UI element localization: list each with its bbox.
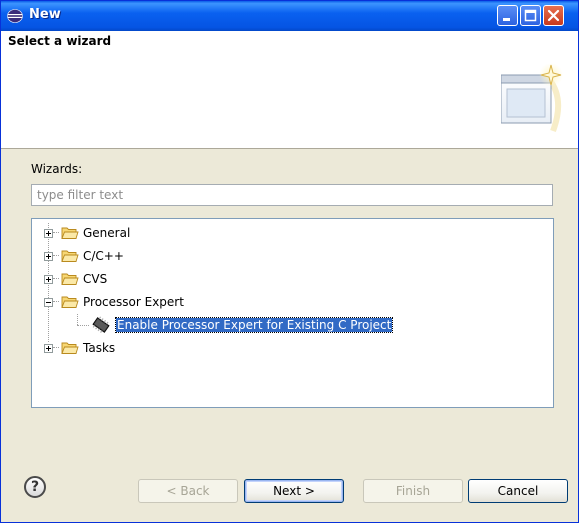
window-title: New: [29, 7, 61, 22]
tree-connector: [77, 314, 78, 325]
folder-icon: [61, 250, 79, 262]
tree-item-enable-processor-expert[interactable]: Enable Processor Expert for Existing C P…: [90, 316, 394, 334]
tree-item-general[interactable]: General: [44, 224, 130, 242]
maximize-button[interactable]: [520, 5, 541, 26]
folder-icon: [61, 342, 79, 354]
help-button[interactable]: ?: [24, 476, 46, 498]
close-icon: [547, 9, 560, 22]
expand-icon[interactable]: [44, 343, 53, 353]
tree-item-label: Tasks: [83, 341, 116, 355]
minimize-icon: [503, 18, 510, 21]
minimize-button[interactable]: [497, 5, 518, 26]
tree-item-processor-expert[interactable]: Processor Expert: [44, 293, 184, 311]
tree-item-label: CVS: [83, 272, 108, 286]
collapse-icon[interactable]: [44, 297, 53, 307]
title-bar[interactable]: New: [1, 1, 578, 31]
maximize-icon: [524, 9, 537, 22]
open-folder-icon: [61, 296, 79, 308]
tree-connector: [53, 347, 59, 349]
tree-item-cpp[interactable]: C/C++: [44, 247, 124, 265]
chip-icon: [92, 316, 110, 333]
back-button[interactable]: < Back: [138, 479, 238, 503]
eclipse-icon: [7, 9, 23, 23]
wizard-filter-input[interactable]: [31, 184, 553, 206]
expand-icon[interactable]: [44, 251, 53, 261]
tree-item-label: Enable Processor Expert for Existing C P…: [114, 317, 394, 333]
new-wizard-dialog: New Select a wizard Wizards: type filter…: [0, 0, 579, 523]
wizard-tree[interactable]: General C/C++ CVS Processor Expert Enabl…: [31, 218, 554, 408]
tree-connector: [53, 255, 59, 257]
tree-item-cvs[interactable]: CVS: [44, 270, 107, 288]
folder-icon: [61, 227, 79, 239]
tree-item-label: Processor Expert: [83, 295, 184, 309]
wizards-label: Wizards:: [31, 162, 83, 176]
folder-icon: [61, 273, 79, 285]
tree-connector: [53, 278, 59, 280]
expand-icon[interactable]: [44, 228, 53, 238]
wizard-body: Wizards: General: [1, 149, 578, 461]
tree-connector: [53, 232, 59, 234]
tree-connector: [53, 301, 59, 303]
new-wizard-banner-icon: [501, 63, 563, 133]
expand-icon[interactable]: [44, 274, 53, 284]
finish-button[interactable]: Finish: [363, 479, 463, 503]
tree-item-label: General: [83, 226, 131, 240]
help-icon: ?: [30, 479, 40, 495]
cancel-button[interactable]: Cancel: [468, 479, 568, 503]
tree-item-tasks[interactable]: Tasks: [44, 339, 115, 357]
close-button[interactable]: [543, 5, 564, 26]
wizard-footer: ? < Back Next > Finish Cancel: [1, 461, 578, 522]
next-button[interactable]: Next >: [244, 479, 344, 503]
tree-connector: [77, 325, 89, 326]
page-title: Select a wizard: [8, 34, 112, 48]
tree-item-label: C/C++: [83, 249, 124, 263]
wizard-header: Select a wizard: [1, 31, 578, 149]
